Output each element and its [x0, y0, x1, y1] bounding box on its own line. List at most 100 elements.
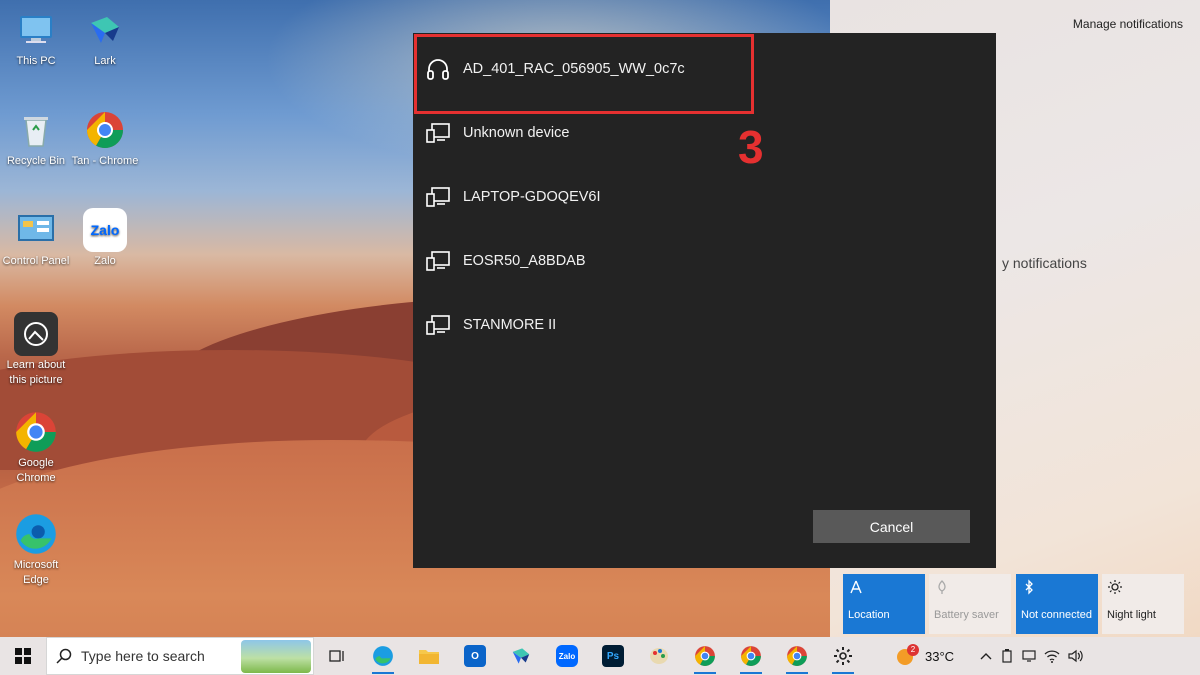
desktop-icon-label: Google Chrome [16, 457, 56, 484]
quick-action-label: Location [848, 609, 890, 621]
device-name: Unknown device [463, 125, 570, 141]
task-view-button[interactable] [314, 637, 360, 675]
device-item-camera[interactable]: EOSR50_A8BDAB [413, 231, 996, 291]
quick-action-label: Battery saver [934, 609, 999, 621]
device-name: LAPTOP-GDOQEV6I [463, 189, 601, 205]
this-pc-icon [14, 8, 58, 52]
taskbar: Type here to search O Zalo Ps 2 33°C [0, 637, 1200, 675]
device-meter-icon[interactable] [1000, 649, 1014, 663]
folder-icon [419, 650, 439, 664]
quick-action-location[interactable]: Location [843, 574, 925, 634]
gear-icon [834, 647, 852, 665]
taskbar-app-edge[interactable] [360, 637, 406, 675]
quick-action-battery-saver[interactable]: Battery saver [929, 574, 1011, 634]
bluetooth-icon [1021, 579, 1093, 609]
display-device-icon [413, 186, 463, 208]
lark-icon [512, 648, 530, 664]
monitor-icon[interactable] [1022, 649, 1036, 663]
taskbar-app-photoshop[interactable]: Ps [590, 637, 636, 675]
desktop-icon-recycle-bin[interactable]: Recycle Bin [0, 108, 72, 169]
chrome-icon [787, 646, 807, 666]
taskbar-app-chrome-2[interactable] [728, 637, 774, 675]
quick-action-night-light[interactable]: Night light [1102, 574, 1184, 634]
location-icon [848, 579, 920, 609]
chrome-icon [741, 646, 761, 666]
taskbar-app-outlook[interactable]: O [452, 637, 498, 675]
device-item-headset[interactable]: AD_401_RAC_056905_WW_0c7c [413, 39, 996, 99]
control-panel-icon [14, 208, 58, 252]
taskbar-app-chrome-1[interactable] [682, 637, 728, 675]
desktop-icon-label: Zalo [94, 255, 116, 267]
desktop-icon-control-panel[interactable]: Control Panel [0, 208, 72, 269]
desktop-icon-this-pc[interactable]: This PC [0, 8, 72, 69]
display-device-icon [413, 122, 463, 144]
desktop-icon-lark[interactable]: Lark [69, 8, 141, 69]
annotation-step-number: 3 [738, 121, 764, 173]
system-tray: 2 33°C [895, 637, 1084, 675]
windows-icon [15, 648, 31, 664]
taskbar-search-box[interactable]: Type here to search [46, 637, 314, 675]
display-device-icon [413, 314, 463, 336]
device-item-unknown[interactable]: Unknown device [413, 103, 996, 163]
taskbar-app-paint[interactable] [636, 637, 682, 675]
device-item-laptop[interactable]: LAPTOP-GDOQEV6I [413, 167, 996, 227]
photoshop-icon: Ps [602, 645, 624, 667]
device-name: STANMORE II [463, 317, 557, 333]
chrome-icon [695, 646, 715, 666]
desktop-icon-label: Control Panel [2, 255, 70, 267]
volume-icon[interactable] [1068, 649, 1084, 663]
desktop-icon-tan-chrome[interactable]: Tan - Chrome [69, 108, 141, 169]
search-highlight-art [241, 640, 311, 673]
recycle-bin-icon [14, 108, 58, 152]
taskbar-app-file-explorer[interactable] [406, 637, 452, 675]
weather-badge: 2 [907, 644, 919, 656]
quick-action-label: Not connected [1021, 609, 1092, 621]
wifi-icon[interactable] [1044, 649, 1060, 663]
edge-icon [14, 512, 58, 556]
device-name: AD_401_RAC_056905_WW_0c7c [463, 61, 685, 77]
paint-icon [650, 648, 668, 664]
camera-icon [14, 312, 58, 356]
desktop-icon-label: This PC [16, 55, 56, 67]
quick-action-label: Night light [1107, 609, 1156, 621]
search-placeholder: Type here to search [81, 648, 205, 664]
device-item-speaker[interactable]: STANMORE II [413, 295, 996, 355]
desktop-icon-google-chrome[interactable]: Google Chrome [0, 410, 72, 486]
desktop-icon-zalo[interactable]: Zalo Zalo [69, 208, 141, 269]
start-button[interactable] [0, 637, 46, 675]
weather-widget[interactable]: 2 [895, 644, 919, 666]
lark-icon [83, 8, 127, 52]
running-indicator [786, 672, 808, 674]
task-view-icon [329, 650, 344, 662]
desktop-icon-label: Recycle Bin [6, 155, 66, 167]
taskbar-app-lark[interactable] [498, 637, 544, 675]
quick-action-bluetooth[interactable]: Not connected [1016, 574, 1098, 634]
desktop-icon-learn-about-picture[interactable]: Learn about this picture [0, 312, 72, 388]
chrome-icon [83, 108, 127, 152]
headphones-icon [413, 56, 463, 82]
running-indicator [694, 672, 716, 674]
temperature: 33°C [925, 648, 955, 664]
chevron-up-icon[interactable] [980, 651, 992, 661]
manage-notifications-link[interactable]: Manage notifications [1073, 17, 1183, 31]
desktop-icon-label: Learn about this picture [6, 359, 66, 386]
search-icon [47, 648, 81, 664]
desktop-icon-label: Lark [94, 55, 116, 67]
taskbar-app-chrome-3[interactable] [774, 637, 820, 675]
add-device-dialog: AD_401_RAC_056905_WW_0c7c Unknown device… [413, 33, 996, 568]
edge-icon [373, 646, 393, 666]
taskbar-app-settings[interactable] [820, 637, 866, 675]
desktop-icon-label: Tan - Chrome [71, 155, 139, 167]
chrome-icon [14, 410, 58, 454]
cancel-button[interactable]: Cancel [813, 510, 970, 543]
zalo-icon: Zalo [83, 208, 127, 252]
taskbar-app-zalo[interactable]: Zalo [544, 637, 590, 675]
desktop-icon-microsoft-edge[interactable]: Microsoft Edge [0, 512, 72, 588]
zalo-icon: Zalo [556, 645, 578, 667]
running-indicator [740, 672, 762, 674]
running-indicator [832, 672, 854, 674]
no-notifications-text: y notifications [1002, 255, 1087, 271]
display-device-icon [413, 250, 463, 272]
device-name: EOSR50_A8BDAB [463, 253, 586, 269]
running-indicator [372, 672, 394, 674]
